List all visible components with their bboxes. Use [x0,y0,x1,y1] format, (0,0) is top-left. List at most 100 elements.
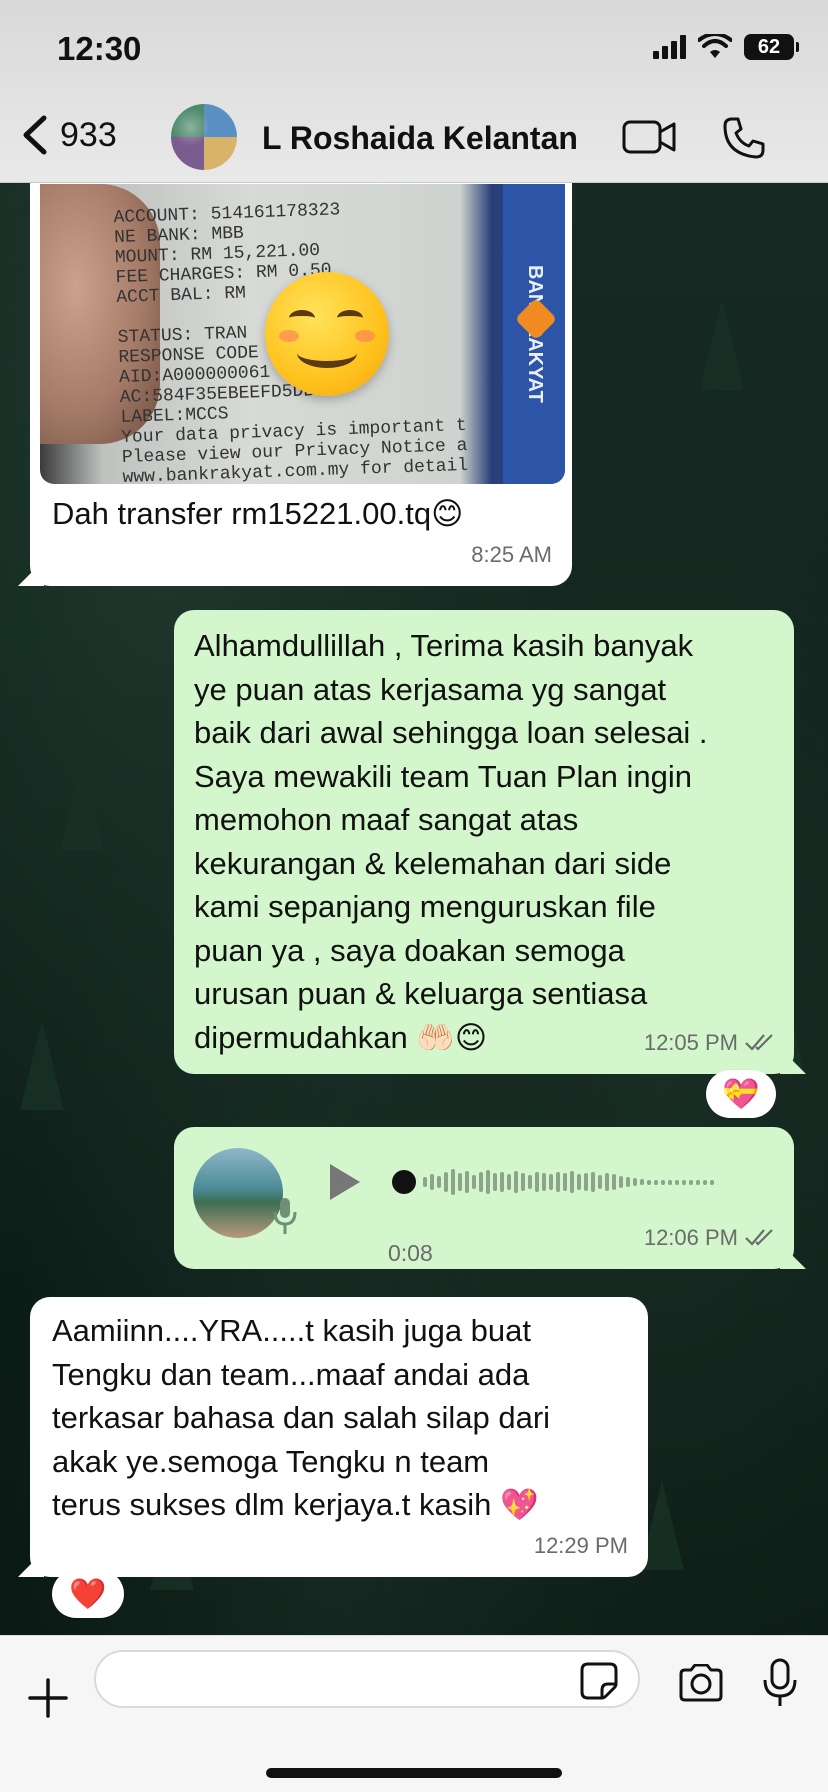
wave-bar [535,1172,539,1192]
message-line: urusan puan & keluarga sentiasa [194,976,648,1011]
sticker-icon[interactable] [580,1662,618,1700]
message-line: kekurangan & kelemahan dari side [194,845,672,881]
emoji-mouth [297,338,357,368]
wave-bar [654,1179,658,1185]
chevron-left-icon [23,115,47,155]
emoji-cheek [279,330,299,342]
wave-bar [507,1174,511,1190]
read-ticks-icon [745,1229,773,1246]
wave-bar [682,1179,686,1185]
wallpaper-tree [60,760,104,850]
wave-bar [465,1171,469,1193]
wave-bar [430,1174,434,1190]
message-meta: 12:05 PM [644,1021,776,1065]
message-line: kami sepanjang menguruskan file [194,889,656,924]
outgoing-text-message[interactable]: Alhamdullillah , Terima kasih banyak ye … [174,610,794,1074]
wave-bar [556,1172,560,1192]
message-line: Aamiinn....YRA.....t kasih juga buat [52,1313,532,1348]
wave-bar [703,1179,707,1185]
message-timestamp: 12:06 PM [643,1224,738,1250]
message-line: Alhamdullillah , Terima kasih banyak [194,628,694,663]
message-reaction[interactable]: 💝 [706,1070,776,1118]
wave-bar [619,1176,623,1188]
mic-icon [273,1198,297,1234]
wave-bar [542,1173,546,1191]
home-indicator [266,1768,562,1778]
group-avatar[interactable] [171,104,237,170]
wave-bar [444,1172,448,1192]
message-meta: 12:06 PM [644,1216,776,1260]
wave-bar [577,1174,581,1190]
play-button[interactable] [330,1164,360,1200]
unread-count: 933 [60,115,117,154]
chat-header: 12:30 62 933 L Roshaida Kelantan [0,0,828,183]
message-timestamp: 8:25 AM [471,541,552,567]
smiling-face-sticker [265,272,389,396]
wave-bar [633,1178,637,1186]
message-line: terkasar bahasa dan salah silap dari [52,1400,551,1435]
message-line: baik dari awal sehingga loan selesai . [194,715,708,750]
battery-icon: 62 [744,34,799,60]
emoji-cheek [355,330,375,342]
wave-bar [647,1179,651,1185]
wave-bar [528,1175,532,1189]
status-icons: 62 [653,34,799,60]
contact-name[interactable]: L Roshaida Kelantan [262,120,578,157]
voice-duration: 0:08 [388,1240,433,1266]
wave-bar [591,1172,595,1192]
wave-bar [472,1175,476,1189]
image-caption: Dah transfer rm15221.00.tq😊 [52,496,464,531]
wave-bar [437,1176,441,1188]
wave-bar [661,1179,665,1185]
wave-bar [514,1171,518,1193]
wave-bar [521,1173,525,1191]
message-timestamp: 12:29 PM [533,1532,628,1558]
read-ticks-icon [745,1034,773,1051]
wallpaper-tree [700,300,744,390]
wave-bar [479,1172,483,1192]
message-input[interactable] [94,1650,640,1708]
wave-bar [668,1179,672,1185]
emoji-eye [289,310,315,326]
sender-avatar [193,1148,283,1238]
message-line: ye puan atas kerjasama yg sangat [194,671,667,707]
message-line: puan ya , saya doakan semoga [194,932,625,968]
message-timestamp: 12:05 PM [643,1029,738,1055]
incoming-text-message[interactable]: Aamiinn....YRA.....t kasih juga buat Ten… [30,1297,648,1577]
message-line: Tengku dan team...maaf andai ada [52,1356,530,1392]
wave-bar [500,1172,504,1192]
wave-bar [423,1177,427,1187]
wave-bar [549,1174,553,1190]
wave-bar [493,1173,497,1191]
wave-bar [675,1179,679,1185]
wave-bar [640,1179,644,1185]
wave-bar [451,1169,455,1195]
wave-bar [710,1179,714,1185]
back-button[interactable]: 933 [20,114,117,156]
status-time: 12:30 [57,30,142,67]
phone-call-icon[interactable] [722,116,766,160]
playhead[interactable] [392,1170,416,1194]
message-line: akak ye.semoga Tengku n team [52,1443,490,1479]
wallpaper-tree [20,1020,64,1110]
video-call-icon[interactable] [622,118,676,156]
camera-icon[interactable] [677,1664,725,1702]
wave-bar [612,1174,616,1190]
microphone-icon[interactable] [762,1658,798,1708]
message-line: terus sukses dlm kerjaya.t kasih 💖 [52,1487,539,1522]
wave-bar [598,1175,602,1189]
wave-bar [563,1173,567,1191]
wifi-icon [698,34,732,58]
composer-bar [0,1635,828,1792]
wave-bar [605,1173,609,1191]
wave-bar [626,1177,630,1187]
message-reaction[interactable]: ❤️ [52,1570,124,1618]
wave-bar [486,1170,490,1194]
plus-icon[interactable] [26,1676,70,1720]
voice-waveform[interactable] [392,1164,762,1200]
cellular-signal-icon [653,35,686,59]
emoji-eye [337,310,363,326]
message-line: Saya mewakili team Tuan Plan ingin [194,758,692,794]
wave-bar [458,1173,462,1191]
wave-bar [696,1179,700,1185]
